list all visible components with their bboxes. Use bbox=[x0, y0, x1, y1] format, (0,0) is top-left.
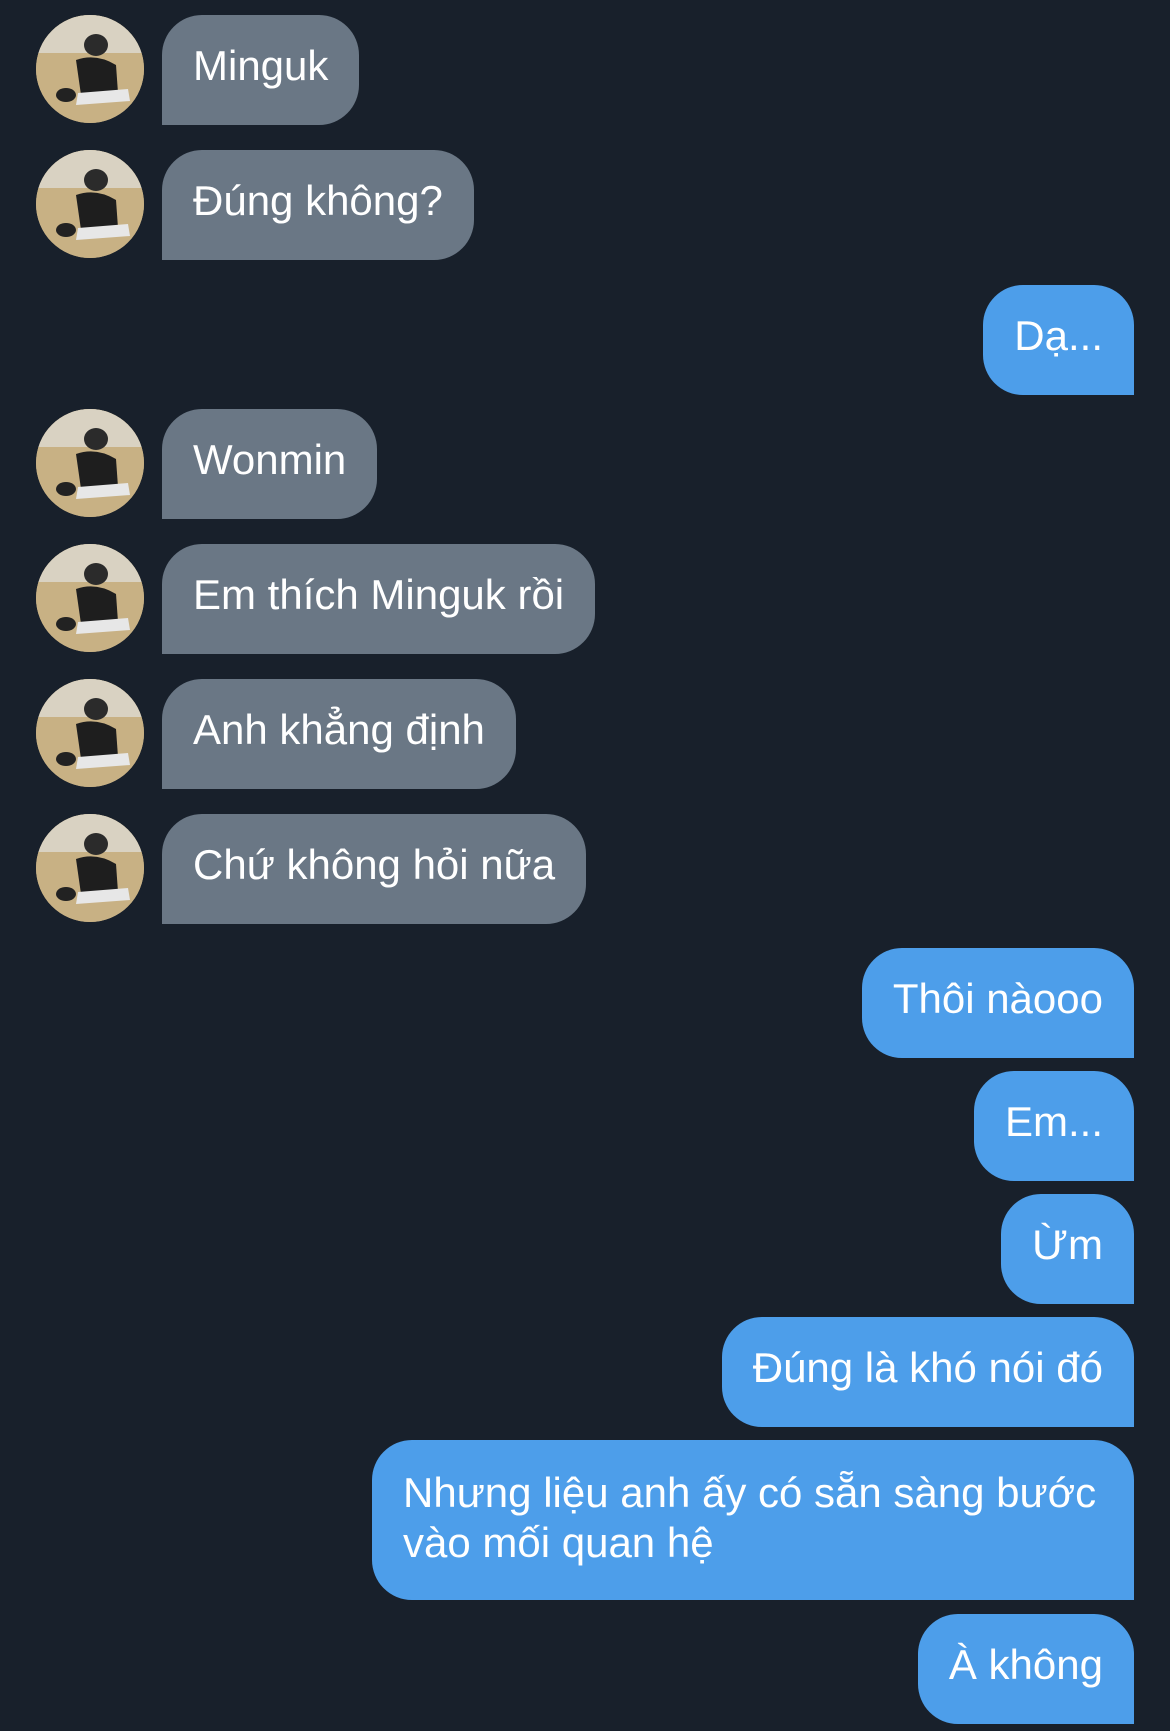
avatar[interactable] bbox=[36, 409, 144, 517]
avatar[interactable] bbox=[36, 544, 144, 652]
avatar[interactable] bbox=[36, 150, 144, 258]
avatar-photo bbox=[36, 814, 144, 922]
outgoing-message-bubble[interactable]: Đúng là khó nói đó bbox=[721, 1317, 1134, 1427]
incoming-message-bubble[interactable]: Minguk bbox=[162, 15, 360, 125]
outgoing-message-bubble[interactable]: Dạ... bbox=[983, 285, 1134, 395]
incoming-message-bubble[interactable]: Anh khẳng định bbox=[162, 679, 516, 789]
avatar[interactable] bbox=[36, 15, 144, 123]
avatar-photo bbox=[36, 409, 144, 517]
avatar[interactable] bbox=[36, 679, 144, 787]
incoming-message-bubble[interactable]: Đúng không? bbox=[162, 150, 474, 260]
avatar[interactable] bbox=[36, 814, 144, 922]
avatar-photo bbox=[36, 679, 144, 787]
outgoing-message-bubble[interactable]: Ừm bbox=[1001, 1194, 1134, 1304]
chat-thread: Minguk Đúng không? Dạ... Wonmin Em thích… bbox=[0, 0, 1170, 1731]
outgoing-message-bubble[interactable]: Thôi nàooo bbox=[861, 948, 1134, 1058]
incoming-message-bubble[interactable]: Wonmin bbox=[162, 409, 378, 519]
incoming-message-bubble[interactable]: Em thích Minguk rồi bbox=[162, 544, 596, 654]
incoming-message-bubble[interactable]: Chứ không hỏi nữa bbox=[162, 814, 587, 924]
outgoing-message-bubble[interactable]: À không bbox=[917, 1614, 1134, 1724]
avatar-photo bbox=[36, 150, 144, 258]
avatar-photo bbox=[36, 15, 144, 123]
avatar-photo bbox=[36, 544, 144, 652]
outgoing-message-bubble[interactable]: Nhưng liệu anh ấy có sẵn sàng bước vào m… bbox=[372, 1440, 1134, 1600]
outgoing-message-bubble[interactable]: Em... bbox=[973, 1071, 1134, 1181]
